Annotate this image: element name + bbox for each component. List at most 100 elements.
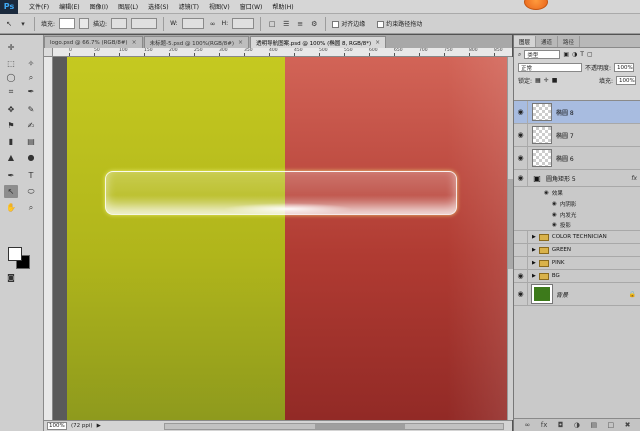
eye-icon[interactable]: ◉ [514,269,528,283]
eye-icon[interactable]: ◉ [514,283,528,305]
menu-window[interactable]: 窗口(W) [235,2,268,11]
dodge-tool-icon[interactable]: ● [24,151,38,164]
align-edges-checkbox[interactable]: 对齐边缘 [332,19,365,28]
gradient-tool-icon[interactable]: ▤ [24,135,38,148]
arrange-icon[interactable]: ≡ [295,19,305,29]
chevron-right-icon[interactable]: ▶ [532,234,536,240]
fill-field[interactable]: 100% [616,76,636,85]
lasso-tool-icon[interactable]: ◯ [4,71,18,84]
zoom-icon[interactable]: ⌕ [24,71,38,84]
close-icon[interactable]: × [132,39,137,46]
width-field[interactable] [181,18,204,29]
eye-icon[interactable]: ◉ [514,124,528,146]
marquee-tool-icon[interactable]: ⬚ [4,57,18,70]
hand-tool-icon[interactable]: ✋ [4,201,18,214]
status-arrow-icon[interactable]: ▶ [97,423,101,429]
menu-layer[interactable]: 图层(L) [113,2,143,11]
orange-badge-icon[interactable] [524,0,548,10]
ellipse-tool-icon[interactable]: ⬭ [24,185,38,198]
filter-adjust-icon[interactable]: ◑ [572,51,577,58]
menu-view[interactable]: 视图(V) [204,2,235,11]
layer-background[interactable]: ◉ 背景 🔒 [514,283,640,306]
group-bg[interactable]: ◉ ▶ BG [514,269,640,283]
quick-mask-icon[interactable]: ◙ [4,271,18,284]
doc-tab-transparent-nav[interactable]: 透明导航图案.psd @ 100% (椭圆 8, RGB/8*) × [250,36,387,48]
new-group-icon[interactable]: ▤ [590,421,597,429]
pen-tool-icon[interactable]: ✒ [4,169,18,182]
eye-icon[interactable]: ◉ [514,170,528,186]
layer-ellipse-8[interactable]: ◉ 椭圆 8 [514,101,640,124]
effect-inner-shadow[interactable]: ◉ 内阴影 [514,198,640,209]
stroke-width-field[interactable] [131,18,158,29]
fill-dropdown[interactable] [79,18,90,29]
filter-shape-icon[interactable]: ▢ [587,51,593,58]
group-green[interactable]: ◉ ▶ GREEN [514,243,640,257]
eye-icon[interactable]: ◉ [514,243,528,257]
link-icon[interactable]: ∞ [208,19,218,29]
type-tool-icon[interactable]: T [24,169,38,182]
horizontal-scrollbar[interactable] [164,423,504,430]
stroke-swatch[interactable] [111,18,128,29]
clone-stamp-icon[interactable]: ⚑ [4,119,18,132]
menu-image[interactable]: 图像(I) [85,2,113,11]
eye-icon[interactable]: ◉ [514,230,528,244]
eye-icon[interactable]: ◉ [552,222,557,228]
chevron-right-icon[interactable]: ▶ [532,247,536,253]
zoom-field[interactable]: 100% [47,422,67,430]
doc-tab-logo[interactable]: logo.psd @ 66.7% (RGB/8#) × [44,36,143,48]
path-selection-tool-icon[interactable]: ↖ [4,185,18,198]
mask-icon[interactable]: ◘ [558,421,564,429]
eye-icon[interactable]: ◉ [514,256,528,270]
menu-help[interactable]: 帮助(H) [267,2,298,11]
close-icon[interactable]: × [238,39,243,46]
group-pink[interactable]: ◉ ▶ PINK [514,256,640,270]
constrain-path-checkbox[interactable]: 约束路径拖动 [377,19,422,28]
eye-icon[interactable]: ◉ [544,190,549,196]
distribute-icon[interactable]: ☰ [281,19,291,29]
new-layer-icon[interactable]: □ [608,421,615,429]
tab-channels[interactable]: 通道 [536,36,559,47]
menu-file[interactable]: 文件(F) [24,2,54,11]
eye-icon[interactable]: ◉ [552,212,557,218]
chevron-right-icon[interactable]: ▶ [532,260,536,266]
chevron-right-icon[interactable]: ▶ [532,273,536,279]
eraser-tool-icon[interactable]: ▮ [4,135,18,148]
link-layers-icon[interactable]: ∞ [524,421,530,429]
adjustment-icon[interactable]: ◑ [574,421,580,429]
height-field[interactable] [232,18,255,29]
healing-brush-icon[interactable]: ✥ [4,103,18,116]
canvas-area[interactable] [53,57,512,420]
magic-wand-icon[interactable]: ✧ [24,57,38,70]
zoom-tool-icon[interactable]: ⌕ [24,201,38,214]
close-icon[interactable]: × [375,39,380,46]
brush-tool-icon[interactable]: ✎ [24,103,38,116]
gear-icon[interactable]: ⚙ [309,19,319,29]
doc-tab-untitled[interactable]: 未标题-5.psd @ 100%(RGB/8#) × [143,36,250,48]
eye-icon[interactable]: ◉ [552,201,557,207]
blend-mode-select[interactable]: 正常 [518,63,582,72]
fx-icon[interactable]: fx [631,175,637,182]
kind-filter-select[interactable]: 类型 [524,50,561,59]
tab-layers[interactable]: 图层 [514,36,537,47]
menu-edit[interactable]: 编辑(E) [54,2,84,11]
eye-icon[interactable]: ◉ [514,101,528,123]
scrollbar-thumb[interactable] [315,424,405,429]
effects-header[interactable]: ◉ 效果 [514,187,640,198]
path-selection-icon[interactable]: ↖ [4,19,14,29]
chevron-down-icon[interactable]: ▾ [18,19,28,29]
fx-icon[interactable]: fx [541,421,548,429]
tab-paths[interactable]: 路径 [558,36,581,47]
effect-drop-shadow[interactable]: ◉ 投影 [514,220,640,231]
layer-rounded-rect-5[interactable]: ◉ ▣ 圆角矩形 5 fx [514,170,640,187]
group-color-technician[interactable]: ◉ ▶ COLOR TECHNICIAN [514,230,640,244]
lock-pixels-icon[interactable]: ▦ [535,77,541,84]
foreground-color-swatch[interactable] [8,247,22,261]
eyedropper-icon[interactable]: ✒ [24,85,38,98]
filter-type-icon[interactable]: T [580,51,584,58]
fill-swatch[interactable] [59,18,76,29]
layer-ellipse-6[interactable]: ◉ 椭圆 6 [514,147,640,170]
crop-tool-icon[interactable]: ⌗ [4,85,18,98]
blur-tool-icon[interactable]: ▲ [4,151,18,164]
history-brush-icon[interactable]: ✍ [24,119,38,132]
lock-all-icon[interactable]: ■ [552,77,558,84]
